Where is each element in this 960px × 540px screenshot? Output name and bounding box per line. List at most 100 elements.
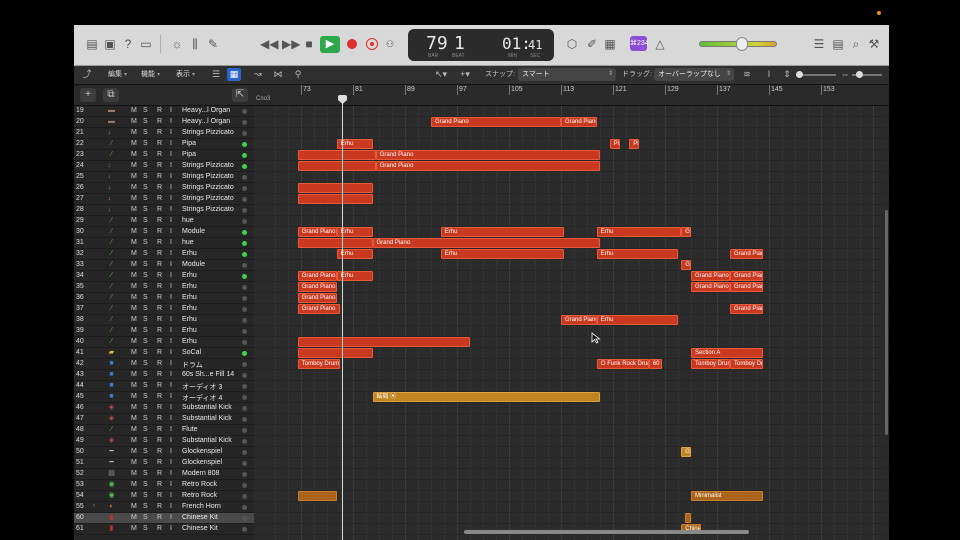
region[interactable]: Grand Piano (-12) [297,293,337,303]
horizontal-scrollbar[interactable] [464,530,749,534]
mute-button[interactable]: M [131,294,137,301]
record-enable-button[interactable]: R [157,151,162,158]
input-monitor-button[interactable]: I [170,173,172,180]
track-name[interactable]: hue [182,217,194,224]
track-row[interactable]: 31 ∕ M S R Ihue [74,238,254,249]
solo-button[interactable]: S [143,250,148,257]
snap-select[interactable]: スマート ⇕ [518,68,616,81]
solo-button[interactable]: S [143,195,148,202]
edit-menu[interactable]: 編集 ▾ [108,69,127,81]
solo-button[interactable]: S [143,525,148,532]
track-name[interactable]: Chinese Kit [182,525,218,532]
input-monitor-button[interactable]: I [170,272,172,279]
record-enable-button[interactable]: R [157,162,162,169]
track-row[interactable]: 33 ∕ M S R I Module [74,260,254,271]
mute-button[interactable]: M [131,382,137,389]
track-row[interactable]: 46 ◈ M S R I Substantial Kick [74,403,254,414]
track-name[interactable]: Erhu [182,305,197,312]
catch-icon[interactable]: ⚲ [291,68,305,81]
mute-button[interactable]: M [131,371,137,378]
track-row[interactable]: 37 ∕ M S R I Erhu [74,304,254,315]
input-monitor-button[interactable]: I [170,327,172,334]
mute-button[interactable]: M [131,151,137,158]
record-enable-button[interactable]: R [157,283,162,290]
input-monitor-button[interactable]: I [170,162,172,169]
record-enable-button[interactable]: R [157,481,162,488]
track-name[interactable]: Strings Pizzicato [182,129,234,136]
record-enable-button[interactable]: R [157,525,162,532]
solo-button[interactable]: S [143,459,148,466]
play-button[interactable]: ▶ [320,36,340,53]
track-name[interactable]: Module [182,228,205,235]
solo-button[interactable]: S [143,129,148,136]
mute-button[interactable]: M [131,173,137,180]
track-row[interactable]: 55 › ◐ M S R I French Horn [74,502,254,513]
track-row[interactable]: 51 ━ M S R I Glockenspiel [74,458,254,469]
region[interactable]: Grand Piano (+2) [691,271,730,281]
input-monitor-button[interactable]: I [170,514,172,521]
region[interactable]: Tomboy Drumset [691,359,730,369]
input-monitor-button[interactable]: I [170,437,172,444]
record-enable-button[interactable]: R [157,470,162,477]
input-monitor-button[interactable]: I [170,371,172,378]
solo-button[interactable]: S [143,217,148,224]
track-name[interactable]: Modern 808 [182,470,219,477]
input-monitor-button[interactable]: I [170,492,172,499]
region[interactable]: Grand Piano [375,161,600,171]
track-name[interactable]: Strings Pizzicato [182,195,234,202]
solo-button[interactable]: S [143,206,148,213]
solo-button[interactable]: S [143,448,148,455]
master-volume-slider[interactable] [699,37,777,51]
track-row[interactable]: 30 ∕ M S R I Module [74,227,254,238]
input-monitor-button[interactable]: I [170,316,172,323]
browser-icon[interactable]: ⚒ [866,37,882,51]
track-name[interactable]: French Horn [182,503,221,510]
track-row[interactable]: 40 ∕ M S R I Erhu [74,337,254,348]
track-name[interactable]: Erhu [182,316,197,323]
region[interactable]: Grand Piano [375,150,600,160]
region[interactable]: Grand Piano [431,117,561,127]
record-enable-button[interactable]: R [157,195,162,202]
track-name[interactable]: Retro Rock [182,481,217,488]
solo-button[interactable]: S [143,492,148,499]
input-monitor-button[interactable]: I [170,481,172,488]
input-monitor-button[interactable]: I [170,338,172,345]
tuner-icon[interactable]: ✐ [584,37,600,51]
mute-button[interactable]: M [131,283,137,290]
region[interactable]: Gra [681,447,691,457]
region[interactable]: Grand Piano [297,282,337,292]
mute-button[interactable]: M [131,217,137,224]
solo-button[interactable]: S [143,283,148,290]
mute-button[interactable]: M [131,250,137,257]
mute-button[interactable]: M [131,338,137,345]
automation-icon[interactable]: ↝ [251,68,265,81]
mute-button[interactable]: M [131,107,137,114]
input-monitor-button[interactable]: I [170,360,172,367]
input-monitor-button[interactable]: I [170,426,172,433]
record-enable-button[interactable]: R [157,437,162,444]
track-row[interactable]: 42 ■ M S R I ドラム [74,359,254,370]
region[interactable]: Pip [629,139,639,149]
help-icon[interactable]: ? [120,37,136,51]
record-enable-button[interactable]: R [157,371,162,378]
solo-button[interactable]: S [143,272,148,279]
record-enable-button[interactable]: R [157,459,162,466]
mute-button[interactable]: M [131,437,137,444]
track-name[interactable]: Erhu [182,294,197,301]
region[interactable]: Tomboy Drum [730,359,763,369]
mute-button[interactable]: M [131,459,137,466]
track-row[interactable]: 29 ∕ M S R Ihue [74,216,254,227]
region[interactable]: Erhu [440,249,565,259]
record-enable-button[interactable]: R [157,261,162,268]
region[interactable]: Grand Piano [297,227,337,237]
record-enable-button[interactable]: R [157,184,162,191]
mute-button[interactable]: M [131,503,137,510]
record-enable-button[interactable]: R [157,448,162,455]
track-name[interactable]: Erhu [182,272,197,279]
input-monitor-button[interactable]: I [170,195,172,202]
solo-button[interactable]: S [143,151,148,158]
record-button[interactable] [347,39,357,49]
input-monitor-button[interactable]: I [170,129,172,136]
record-enable-button[interactable]: R [157,239,162,246]
input-monitor-button[interactable]: I [170,184,172,191]
